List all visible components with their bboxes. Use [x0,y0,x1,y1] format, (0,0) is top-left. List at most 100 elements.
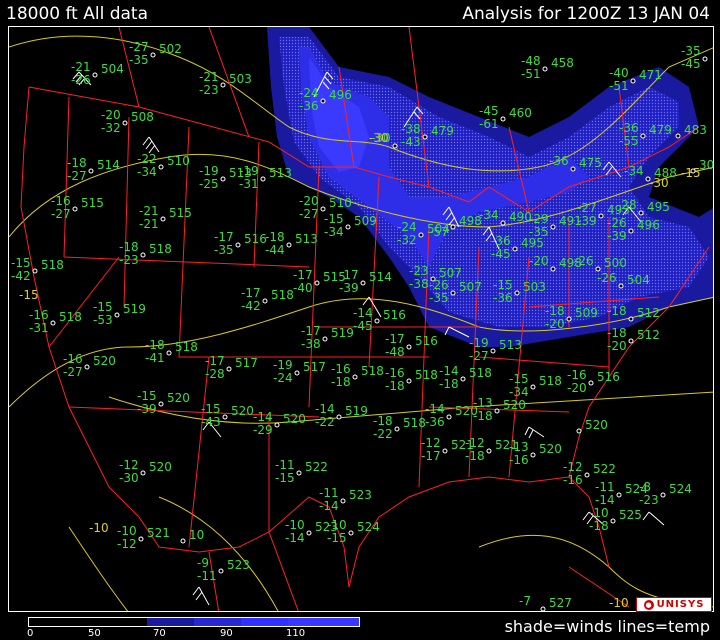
station-temperature: -15 [93,300,113,314]
station-height: 513 [269,166,292,180]
station-temperature: -26 [429,278,449,292]
station-dot [584,472,590,478]
station-temperature: -14 [315,402,335,416]
station-temperature: -18 [373,414,393,428]
station-dewpoint: -42 [241,299,261,313]
station-height: 488 [654,166,677,180]
station-height: 516 [383,308,406,322]
legend-seg-0-50 [29,618,147,626]
station-temperature: -7 [519,594,531,608]
station-height: 512 [637,306,660,320]
station-dot [345,224,351,230]
station-dewpoint: -11 [197,569,217,583]
gulf-coast [348,476,610,588]
station-dot [500,220,506,226]
station-dewpoint: -31 [239,177,259,191]
station-dewpoint: -45 [681,57,701,71]
station-plot: -48 458 -51 [521,54,574,81]
station-temperature: -38 [401,122,421,136]
station-dot [406,378,412,384]
station-dewpoint: -27 [299,207,319,221]
station-temperature: -26 [597,271,617,285]
station-dewpoint: -18 [589,519,609,533]
station-dot [296,470,302,476]
station-plot: -9 523 -11 [197,556,250,583]
station-temperature: -12 [465,436,485,450]
station-plot: -8 524 -23 [639,480,692,507]
station-plot: -15 509 -34 [324,212,377,239]
station-dewpoint: -38 [301,337,321,351]
station-height: 520 [503,398,526,412]
station-dot [618,283,624,289]
station-temperature: -16 [567,368,587,382]
station-dewpoint: -16 [509,453,529,467]
station-temperature: -17 [214,230,234,244]
station-temperature: -16 [51,194,71,208]
upper-air-map: -30-30-15-15-10-10 -27 502-35-21 504-26 -21… [9,27,713,611]
station-temperature: -9 [197,556,209,570]
station-dot [158,401,164,407]
station-dot [550,224,556,230]
station-dewpoint: -14 [595,493,615,507]
station-temperature: -15 [493,278,513,292]
station-height: 519 [123,302,146,316]
station-temperature: -26 [607,216,627,230]
station-plot: -18 514 -27 [67,156,120,183]
station-dewpoint: -36 [425,415,445,429]
station-plot: -16 518 -18 [331,362,384,389]
station-plot: 10 [180,528,204,544]
station-dewpoint: -18 [473,409,493,423]
station-dewpoint: -18 [385,379,405,393]
station-dot [540,606,546,611]
station-plot: -11 523 -14 [319,486,372,513]
station-dewpoint: -55 [619,134,639,148]
station-temperature: -12 [421,436,441,450]
station-plot: -16 518 -31 [29,308,82,335]
station-temperature: -10 [285,518,305,532]
station-plot: -16 518 -18 [385,366,438,393]
station-height: 10 [189,528,204,542]
station-height: 522 [593,462,616,476]
station-dewpoint: -32 [397,233,417,247]
station-dot [442,448,448,454]
station-temperature: -27 [129,40,149,54]
station-dewpoint: -42 [11,269,31,283]
station-height: 520 [167,391,190,405]
station-dewpoint: -18 [465,449,485,463]
station-height: 518 [469,366,492,380]
station-dot [274,422,280,428]
station-dewpoint: -31 [29,321,49,335]
station-height: 524 [357,520,380,534]
station-temperature: -17 [301,324,321,338]
station-dewpoint: -18 [439,377,459,391]
station-plot: -10 524 -15 [327,518,380,545]
station-plot: -15 518 -42 [11,256,64,283]
station-dot [340,498,346,504]
station-height: 495 [647,200,670,214]
station-dewpoint: -25 [199,177,219,191]
station-dot [260,176,266,182]
wind-barb [642,511,665,526]
station-temperature: -18 [119,240,139,254]
station-dewpoint: -48 [385,345,405,359]
station-dewpoint: -29 [253,423,273,437]
legend-tick: 70 [153,628,166,639]
station-plot: -21 515 -21 [139,204,192,231]
station-temperature: -40 [609,66,629,80]
station-temperature: -24 [397,220,417,234]
station-dewpoint: -45 [353,319,373,333]
station-height: 525 [619,508,642,522]
station-height: 520 [283,412,306,426]
station-height: 496 [637,218,660,232]
station-dot [122,120,128,126]
station-temperature: -15 [509,372,529,386]
station-dewpoint: -20 [607,339,627,353]
station-dewpoint: -17 [421,449,441,463]
station-dewpoint: -15 [327,531,347,545]
station-temperature: -13 [473,396,493,410]
station-plot: -10 525 -18 [589,506,642,533]
station-plot: -13 520 -16 [509,440,562,467]
station-dot [235,242,241,248]
station-plot: -17 516 -35 [214,230,267,257]
station-dewpoint: -53 [93,313,113,327]
